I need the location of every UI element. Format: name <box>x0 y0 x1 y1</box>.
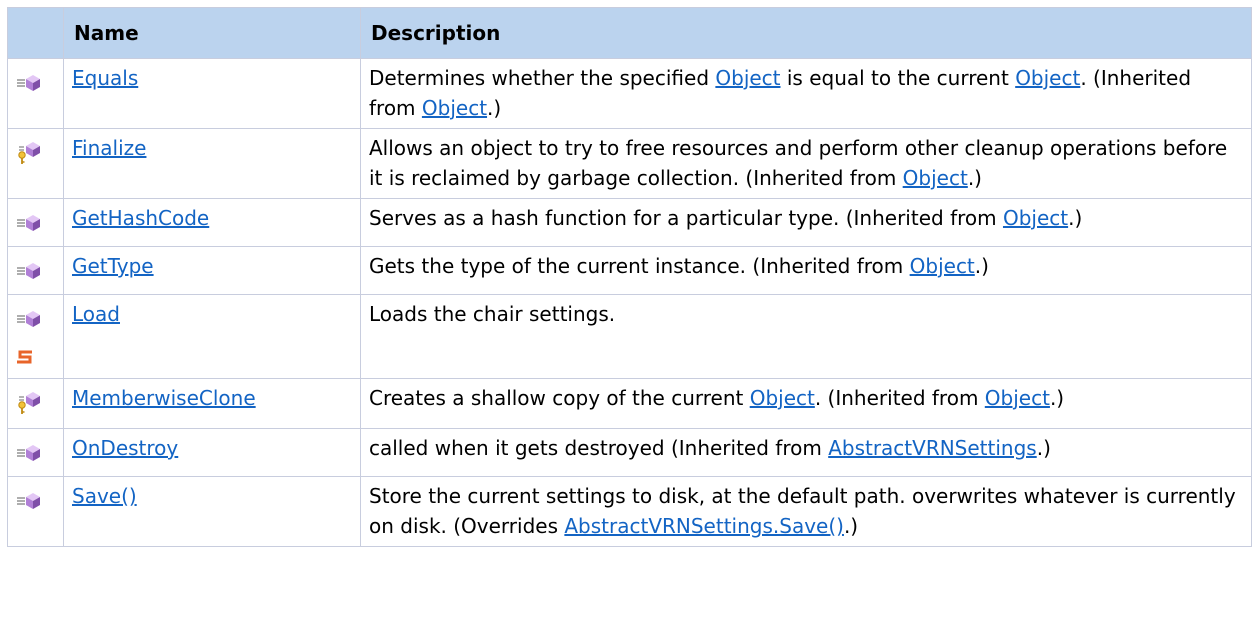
member-name-cell: Equals <box>63 58 361 129</box>
static-member-icon <box>16 343 55 373</box>
description-text: .) <box>843 514 859 538</box>
member-icon-cell <box>7 198 64 247</box>
description-link[interactable]: Object <box>715 66 780 90</box>
description-link[interactable]: Object <box>985 386 1050 410</box>
member-name-link[interactable]: MemberwiseClone <box>72 386 256 410</box>
protected-method-icon <box>16 141 42 173</box>
table-row: Save() Store the current settings to disk… <box>7 476 1252 547</box>
member-icon-cell <box>7 128 64 199</box>
member-name-cell: GetType <box>63 246 361 295</box>
member-icon-cell <box>7 378 64 429</box>
description-text: .) <box>487 96 502 120</box>
member-name-link[interactable]: Finalize <box>72 136 146 160</box>
member-name-cell: Load <box>63 294 361 379</box>
member-icon-cell <box>7 294 64 379</box>
member-name-link[interactable]: GetHashCode <box>72 206 209 230</box>
public-method-icon <box>16 307 42 337</box>
description-text: Creates a shallow copy of the current <box>369 386 750 410</box>
header-name: Name <box>63 7 361 59</box>
member-name-link[interactable]: Load <box>72 302 120 326</box>
member-description-cell: Allows an object to try to free resource… <box>360 128 1252 199</box>
member-name-cell: Save() <box>63 476 361 547</box>
table-row: Equals Determines whether the specified O… <box>7 58 1252 129</box>
table-row: MemberwiseClone Creates a shallow copy of… <box>7 378 1252 429</box>
member-description-cell: called when it gets destroyed (Inherited… <box>360 428 1252 477</box>
description-link[interactable]: Object <box>750 386 815 410</box>
member-description-cell: Store the current settings to disk, at t… <box>360 476 1252 547</box>
member-name-cell: Finalize <box>63 128 361 199</box>
member-icon-cell <box>7 246 64 295</box>
member-icon-cell <box>7 476 64 547</box>
member-name-link[interactable]: Save() <box>72 484 137 508</box>
description-text: called when it gets destroyed (Inherited… <box>369 436 829 460</box>
member-name-cell: GetHashCode <box>63 198 361 247</box>
member-name-cell: MemberwiseClone <box>63 378 361 429</box>
member-description-cell: Serves as a hash function for a particul… <box>360 198 1252 247</box>
table-row: Finalize Allows an object to try to free … <box>7 128 1252 199</box>
description-text: .) <box>1049 386 1065 410</box>
description-text: .) <box>1036 436 1051 460</box>
description-link[interactable]: Object <box>910 254 975 278</box>
member-name-link[interactable]: GetType <box>72 254 154 278</box>
protected-method-icon <box>16 391 42 423</box>
table-row: GetHashCode Serves as a hash function for… <box>7 198 1252 247</box>
member-icon-cell <box>7 58 64 129</box>
description-text: is equal to the current <box>780 66 1016 90</box>
description-link[interactable]: Object <box>903 166 968 190</box>
header-icon-column <box>7 7 64 59</box>
members-table: Name Description Equals Determines whethe… <box>7 7 1252 547</box>
member-description-cell: Determines whether the specified Object … <box>360 58 1252 129</box>
table-row: GetType Gets the type of the current inst… <box>7 246 1252 295</box>
description-text: Serves as a hash function for a particul… <box>369 206 1003 230</box>
description-text: Allows an object to try to free resource… <box>369 136 1228 190</box>
member-name-cell: OnDestroy <box>63 428 361 477</box>
description-text: .) <box>1068 206 1083 230</box>
header-row: Name Description <box>7 7 1252 59</box>
public-method-icon <box>16 71 42 101</box>
public-method-icon <box>16 259 42 289</box>
description-text: Determines whether the specified <box>369 66 716 90</box>
description-text: .) <box>974 254 989 278</box>
description-text: . (Inherited from <box>814 386 985 410</box>
description-link[interactable]: Object <box>422 96 487 120</box>
description-text: Gets the type of the current instance. (… <box>369 254 910 278</box>
table-row: OnDestroy called when it gets destroyed (… <box>7 428 1252 477</box>
member-name-link[interactable]: OnDestroy <box>72 436 178 460</box>
description-link[interactable]: Object <box>1003 206 1068 230</box>
member-description-cell: Creates a shallow copy of the current Ob… <box>360 378 1252 429</box>
header-description: Description <box>360 7 1252 59</box>
public-method-icon <box>16 211 42 241</box>
member-icon-cell <box>7 428 64 477</box>
description-text: Loads the chair settings. <box>369 302 616 326</box>
member-description-cell: Gets the type of the current instance. (… <box>360 246 1252 295</box>
description-link[interactable]: AbstractVRNSettings <box>828 436 1037 460</box>
public-method-icon <box>16 441 42 471</box>
description-link[interactable]: AbstractVRNSettings.Save() <box>564 514 844 538</box>
description-link[interactable]: Object <box>1015 66 1080 90</box>
member-name-link[interactable]: Equals <box>72 66 138 90</box>
member-description-cell: Loads the chair settings. <box>360 294 1252 379</box>
public-method-icon <box>16 489 42 519</box>
table-row: Load Loads the chair settings. <box>7 294 1252 379</box>
description-text: .) <box>967 166 982 190</box>
